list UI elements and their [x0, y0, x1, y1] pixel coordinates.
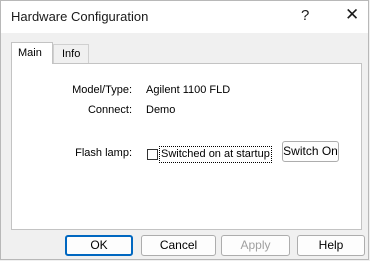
switched-on-at-startup-checkbox[interactable] [147, 149, 158, 160]
title-bar: Hardware Configuration ? ✕ [1, 1, 368, 33]
help-icon[interactable]: ? [301, 7, 309, 24]
cancel-button[interactable]: Cancel [141, 235, 216, 256]
main-tab-panel: Model/Type: Agilent 1100 FLD Connect: De… [11, 63, 362, 230]
hardware-configuration-dialog: Hardware Configuration ? ✕ Main Info Mod… [0, 0, 369, 260]
tab-info[interactable]: Info [53, 44, 89, 63]
tab-main[interactable]: Main [11, 42, 53, 64]
flash-lamp-label: Flash lamp: [75, 147, 132, 159]
connect-value: Demo [146, 104, 176, 116]
model-type-label: Model/Type: [72, 84, 132, 96]
connect-label: Connect: [87, 104, 132, 116]
switch-on-button[interactable]: Switch On [282, 141, 339, 162]
apply-button[interactable]: Apply [221, 235, 290, 256]
ok-button[interactable]: OK [65, 235, 133, 256]
close-icon[interactable]: ✕ [345, 5, 359, 25]
switched-on-at-startup-label[interactable]: Switched on at startup [159, 146, 272, 163]
window-title: Hardware Configuration [11, 9, 149, 24]
help-button[interactable]: Help [297, 235, 365, 256]
model-type-value: Agilent 1100 FLD [146, 84, 231, 96]
